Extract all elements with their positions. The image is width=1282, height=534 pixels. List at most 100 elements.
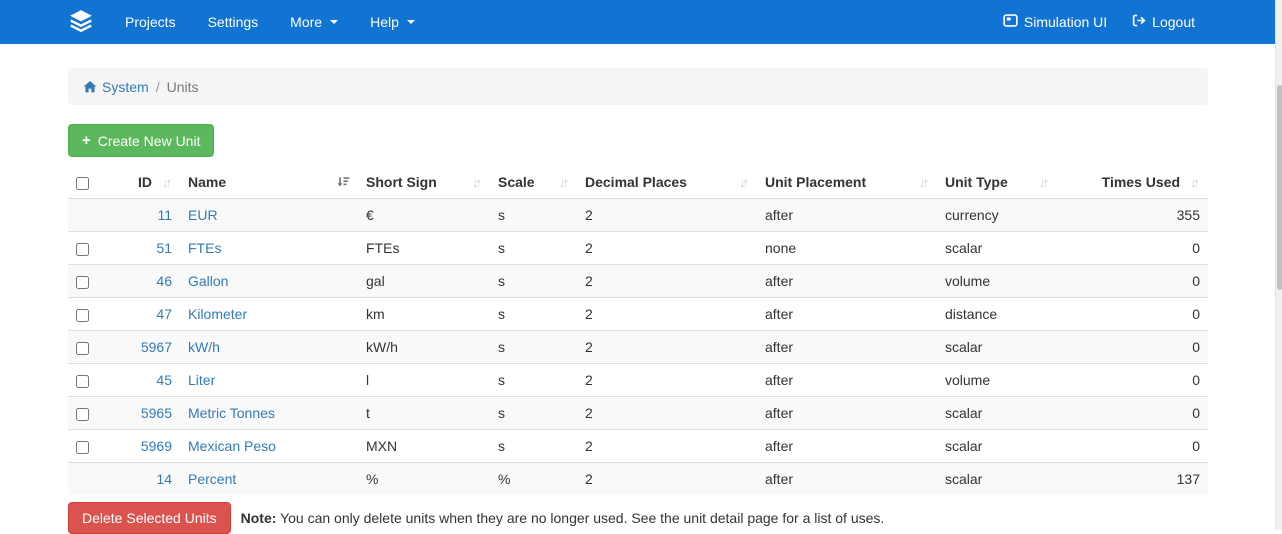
row-checkbox[interactable] [76,276,89,289]
unit-name-link[interactable]: EUR [188,207,218,223]
unit-id-link[interactable]: 5967 [141,339,172,355]
create-new-unit-button[interactable]: + Create New Unit [68,124,214,157]
unit-id-link[interactable]: 5969 [141,438,172,454]
caret-down-icon [407,20,415,24]
cell-scale: s [490,265,577,298]
unit-name-link[interactable]: FTEs [188,240,221,256]
sort-icon: ↓↑ [1039,175,1049,190]
column-header-short-sign[interactable]: Short Sign↓↑ [358,166,490,199]
unit-name-link[interactable]: kW/h [188,339,220,355]
nav-item-settings[interactable]: Settings [192,2,275,42]
table-row: 11EUR€s2aftercurrency355 [68,199,1208,232]
main-content: System / Units + Create New Unit ID↓↑Nam… [68,68,1208,534]
nav-item-logout[interactable]: Logout [1119,1,1207,43]
nav-item-label: More [290,14,322,30]
column-header-id[interactable]: ID↓↑ [100,166,180,199]
unit-id-link[interactable]: 14 [156,471,172,487]
unit-name-link[interactable]: Kilometer [188,306,247,322]
cell-scale: s [490,232,577,265]
select-all-header [68,166,100,199]
column-label: Scale [498,174,535,190]
row-checkbox[interactable] [76,408,89,421]
create-button-label: Create New Unit [98,133,201,149]
logout-icon [1131,13,1146,31]
column-header-name[interactable]: Name [180,166,358,199]
unit-id-link[interactable]: 46 [156,273,172,289]
unit-id-link[interactable]: 47 [156,306,172,322]
cell-unit-type: scalar [937,232,1057,265]
unit-id-link[interactable]: 51 [156,240,172,256]
nav-item-label: Help [370,14,399,30]
breadcrumb-current: Units [167,79,199,95]
cell-checkbox [68,199,100,232]
column-header-unit-placement[interactable]: Unit Placement↓↑ [757,166,937,199]
cell-short-sign: km [358,298,490,331]
column-header-unit-type[interactable]: Unit Type↓↑ [937,166,1057,199]
unit-id-link[interactable]: 45 [156,372,172,388]
unit-name-link[interactable]: Mexican Peso [188,438,276,454]
nav-item-help[interactable]: Help [354,2,431,42]
cell-checkbox [68,232,100,265]
cell-unit-placement: none [757,232,937,265]
column-header-inner: Name [188,174,350,190]
column-header-times-used[interactable]: Times Used↓↑ [1057,166,1208,199]
cell-scale: s [490,397,577,430]
cell-unit-placement: after [757,265,937,298]
column-header-decimal-places[interactable]: Decimal Places↓↑ [577,166,757,199]
cell-scale: s [490,331,577,364]
cell-unit-type: volume [937,364,1057,397]
cell-times-used: 0 [1057,298,1208,331]
cell-times-used: 0 [1057,364,1208,397]
scrollbar-thumb[interactable] [1277,85,1282,290]
nav-item-simulation-ui[interactable]: Simulation UI [991,1,1119,43]
unit-name-link[interactable]: Metric Tonnes [188,405,275,421]
nav-item-label: Settings [208,14,259,30]
nav-item-projects[interactable]: Projects [109,2,192,42]
nav-item-more[interactable]: More [274,2,354,42]
select-all-checkbox[interactable] [76,177,89,190]
cell-unit-type: currency [937,199,1057,232]
window-icon [1003,13,1018,31]
table-row: 45Literls2aftervolume0 [68,364,1208,397]
cell-id: 46 [100,265,180,298]
page-scrollbar[interactable] [1275,0,1282,530]
delete-selected-units-button[interactable]: Delete Selected Units [68,502,231,534]
navbar: Projects Settings More Help Simulation U… [0,0,1275,44]
brand-logo[interactable] [53,8,109,37]
row-checkbox[interactable] [76,375,89,388]
cell-id: 5965 [100,397,180,430]
cell-short-sign: l [358,364,490,397]
note-text: You can only delete units when they are … [280,510,884,526]
cell-short-sign: FTEs [358,232,490,265]
navbar-left: Projects Settings More Help [53,2,431,42]
unit-name-link[interactable]: Percent [188,471,236,487]
cell-name: kW/h [180,331,358,364]
unit-id-link[interactable]: 5965 [141,405,172,421]
cell-short-sign: MXN [358,430,490,463]
cell-scale: % [490,463,577,496]
note-label: Note: [241,510,277,526]
unit-id-link[interactable]: 11 [157,207,172,223]
cell-short-sign: € [358,199,490,232]
breadcrumb-system-link[interactable]: System [83,79,149,95]
cell-checkbox [68,364,100,397]
row-checkbox[interactable] [76,441,89,454]
row-checkbox[interactable] [76,309,89,322]
table-row: 5965Metric Tonnests2afterscalar0 [68,397,1208,430]
cell-unit-placement: after [757,331,937,364]
sort-icon: ↓↑ [162,175,172,190]
row-checkbox[interactable] [76,342,89,355]
cell-unit-placement: after [757,364,937,397]
cell-checkbox [68,331,100,364]
cell-short-sign: kW/h [358,331,490,364]
table-row: 47Kilometerkms2afterdistance0 [68,298,1208,331]
row-checkbox[interactable] [76,243,89,256]
sort-icon: ↓↑ [1190,175,1200,190]
column-header-scale[interactable]: Scale↓↑ [490,166,577,199]
cell-decimal-places: 2 [577,331,757,364]
cell-short-sign: gal [358,265,490,298]
cell-checkbox [68,430,100,463]
cell-decimal-places: 2 [577,232,757,265]
unit-name-link[interactable]: Gallon [188,273,228,289]
unit-name-link[interactable]: Liter [188,372,215,388]
